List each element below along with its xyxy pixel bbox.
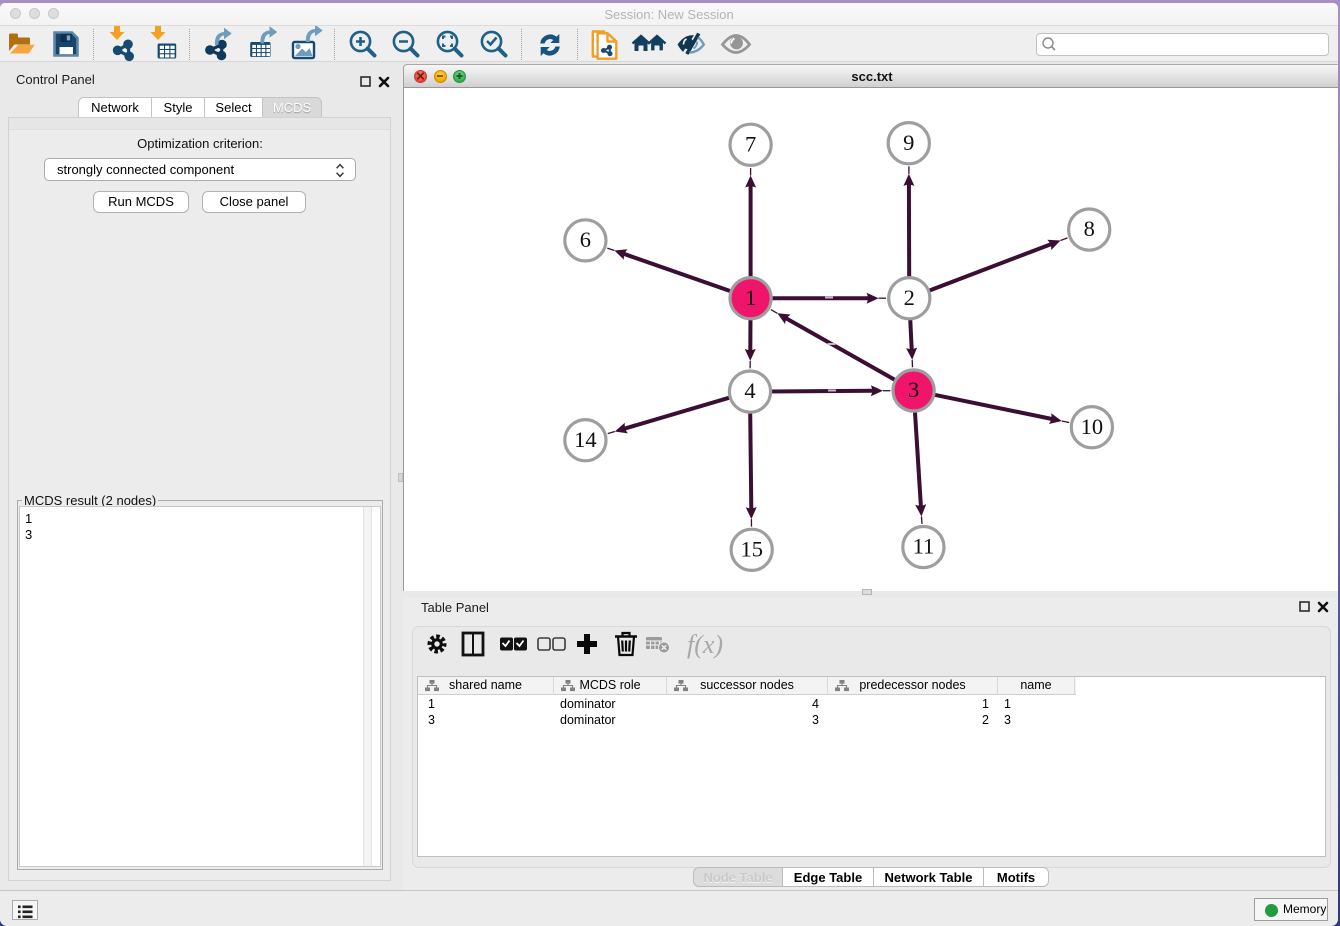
svg-text:10: 10 <box>1081 414 1104 439</box>
svg-text:11: 11 <box>913 534 935 559</box>
svg-text:4: 4 <box>744 378 755 403</box>
svg-text:15: 15 <box>740 536 763 561</box>
svg-text:14: 14 <box>574 427 597 452</box>
svg-text:8: 8 <box>1084 216 1095 241</box>
svg-text:7: 7 <box>745 131 756 156</box>
svg-text:9: 9 <box>903 130 914 155</box>
svg-text:f(x): f(x) <box>687 630 723 659</box>
svg-text:2: 2 <box>904 285 915 310</box>
svg-text:3: 3 <box>908 377 919 402</box>
svg-text:6: 6 <box>580 227 591 252</box>
svg-text:1: 1 <box>745 285 756 310</box>
